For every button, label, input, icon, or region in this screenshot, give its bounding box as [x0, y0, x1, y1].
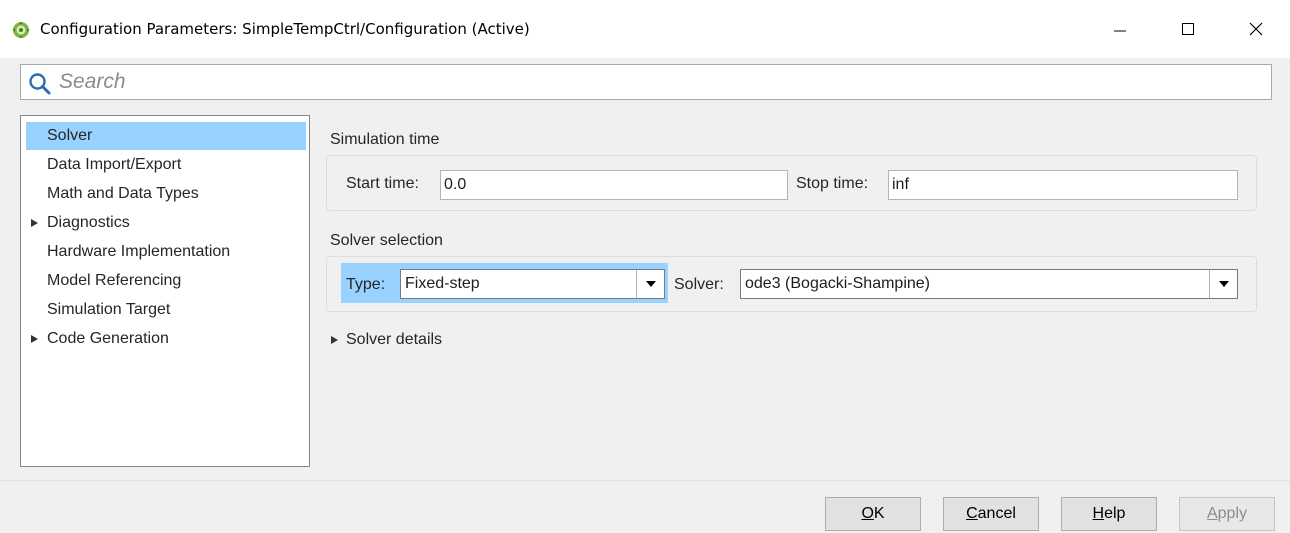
- search-icon: [28, 72, 52, 101]
- tree-item-label: Data Import/Export: [47, 156, 182, 173]
- tree-item-solver[interactable]: Solver: [26, 122, 306, 150]
- close-icon: [1249, 22, 1263, 36]
- expand-arrow-icon[interactable]: [31, 335, 38, 343]
- simulink-config-icon: [12, 21, 30, 39]
- simulation-time-heading: Simulation time: [330, 131, 440, 148]
- maximize-button[interactable]: [1154, 0, 1222, 58]
- type-label: Type:: [346, 276, 386, 293]
- close-button[interactable]: [1222, 0, 1290, 58]
- type-dropdown-value: Fixed-step: [405, 275, 480, 292]
- simulation-time-group: Start time: Stop time:: [326, 155, 1257, 211]
- window-title: Configuration Parameters: SimpleTempCtrl…: [40, 20, 530, 38]
- maximize-icon: [1182, 23, 1194, 35]
- search-box[interactable]: [20, 64, 1272, 100]
- chevron-down-icon: [1219, 281, 1229, 287]
- search-input[interactable]: [59, 68, 1259, 96]
- minimize-button[interactable]: [1086, 0, 1154, 58]
- solver-selection-heading: Solver selection: [330, 232, 443, 249]
- tree-item-model-referencing[interactable]: Model Referencing: [26, 267, 306, 295]
- ok-mnemonic: O: [861, 505, 874, 522]
- solver-dropdown-button[interactable]: [1209, 270, 1237, 298]
- stop-time-field[interactable]: [888, 170, 1238, 200]
- tree-item-data-import-export[interactable]: Data Import/Export: [26, 151, 306, 179]
- cancel-mnemonic: C: [966, 505, 978, 522]
- tree-item-label: Hardware Implementation: [47, 243, 231, 260]
- help-label-rest: elp: [1104, 505, 1126, 522]
- tree-item-label: Solver: [47, 127, 93, 144]
- tree-item-label: Code Generation: [47, 330, 169, 347]
- ok-label-rest: K: [873, 505, 885, 522]
- expand-arrow-icon[interactable]: [31, 219, 38, 227]
- tree-item-diagnostics[interactable]: Diagnostics: [26, 209, 306, 237]
- tree-item-label: Diagnostics: [47, 214, 130, 231]
- tree-item-label: Model Referencing: [47, 272, 182, 289]
- help-button[interactable]: Help: [1061, 497, 1157, 531]
- cancel-button[interactable]: Cancel: [943, 497, 1039, 531]
- minimize-icon: [1114, 30, 1126, 32]
- apply-label-rest: pply: [1217, 505, 1248, 522]
- start-time-field[interactable]: [440, 170, 788, 200]
- chevron-down-icon: [646, 281, 656, 287]
- cancel-label-rest: ancel: [977, 505, 1016, 522]
- tree-item-math-and-data-types[interactable]: Math and Data Types: [26, 180, 306, 208]
- type-dropdown[interactable]: Fixed-step: [400, 269, 665, 299]
- tree-item-code-generation[interactable]: Code Generation: [26, 325, 306, 353]
- stop-time-label: Stop time:: [796, 175, 869, 192]
- solver-label: Solver:: [674, 276, 724, 293]
- category-tree[interactable]: Solver Data Import/Export Math and Data …: [20, 115, 310, 467]
- apply-mnemonic: A: [1206, 505, 1218, 522]
- apply-button[interactable]: Apply: [1179, 497, 1275, 531]
- title-bar[interactable]: Configuration Parameters: SimpleTempCtrl…: [0, 0, 1290, 58]
- solver-details-expand-icon[interactable]: [331, 336, 338, 344]
- tree-item-label: Math and Data Types: [47, 185, 199, 202]
- tree-item-hardware-implementation[interactable]: Hardware Implementation: [26, 238, 306, 266]
- type-dropdown-button[interactable]: [636, 270, 664, 298]
- footer-divider: [0, 480, 1290, 481]
- ok-button[interactable]: OK: [825, 497, 921, 531]
- solver-details-toggle[interactable]: Solver details: [346, 331, 442, 349]
- solver-dropdown-value: ode3 (Bogacki-Shampine): [745, 275, 930, 292]
- solver-dropdown[interactable]: ode3 (Bogacki-Shampine): [740, 269, 1238, 299]
- tree-item-simulation-target[interactable]: Simulation Target: [26, 296, 306, 324]
- tree-item-label: Simulation Target: [47, 301, 171, 318]
- start-time-label: Start time:: [346, 175, 419, 192]
- help-mnemonic: H: [1092, 505, 1105, 522]
